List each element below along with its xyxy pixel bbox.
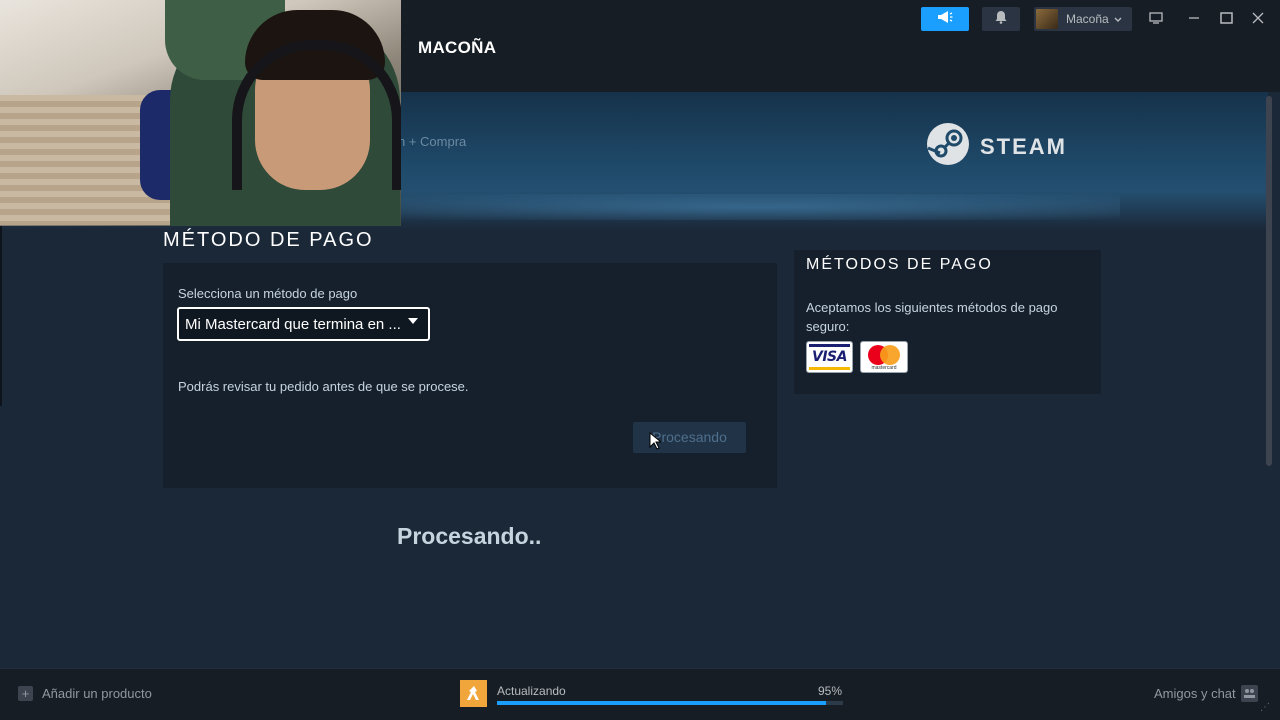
processing-status: Procesando.. xyxy=(397,523,542,549)
page-title: MACOÑA xyxy=(418,38,497,57)
scrollbar-thumb[interactable] xyxy=(1266,96,1272,466)
user-menu-button[interactable]: Macoña xyxy=(1034,7,1132,31)
banner-glow xyxy=(400,194,1120,220)
update-progress-fill xyxy=(497,701,826,705)
payment-section-title: MÉTODO DE PAGO xyxy=(163,229,374,251)
payment-select-label: Selecciona un método de pago xyxy=(178,286,358,301)
methods-description: Aceptamos los siguientes métodos de pago… xyxy=(806,300,1058,334)
maximize-icon[interactable] xyxy=(1216,8,1236,28)
update-progress-bar xyxy=(497,701,843,705)
game-icon[interactable] xyxy=(460,680,487,707)
mastercard-card-label: mastercard xyxy=(871,365,897,371)
announcements-button[interactable] xyxy=(921,7,969,31)
visa-card-icon: VISA xyxy=(806,341,853,373)
update-label[interactable]: Actualizando xyxy=(497,684,566,698)
close-icon[interactable] xyxy=(1248,8,1268,28)
webcam-overlay xyxy=(0,0,401,226)
methods-title: MÉTODOS DE PAGO xyxy=(806,256,993,273)
notifications-button[interactable] xyxy=(982,7,1020,31)
update-percent: 95% xyxy=(818,684,843,698)
visa-stripe-bottom xyxy=(809,367,850,370)
chevron-down-icon xyxy=(1114,12,1122,26)
dropdown-arrow-icon[interactable] xyxy=(408,318,418,324)
megaphone-icon xyxy=(937,10,953,29)
minimize-icon[interactable] xyxy=(1184,8,1204,28)
left-edge-strip xyxy=(0,226,2,406)
visa-stripe-top xyxy=(809,344,850,347)
mastercard-card-icon: mastercard xyxy=(860,341,908,373)
steam-wordmark: STEAM xyxy=(980,133,1067,159)
steam-logo: STEAM xyxy=(926,122,1067,171)
monitor-icon[interactable] xyxy=(1146,8,1166,28)
webcam-headphones xyxy=(232,40,401,190)
plus-icon: + xyxy=(18,686,33,701)
mouse-cursor-icon xyxy=(649,431,663,455)
review-note: Podrás revisar tu pedido antes de que se… xyxy=(178,379,469,394)
avatar xyxy=(1036,9,1058,29)
mastercard-orange-circle xyxy=(880,345,900,365)
bottom-bar xyxy=(0,668,1280,720)
user-name: Macoña xyxy=(1066,12,1109,26)
friends-chat-label[interactable]: Amigos y chat xyxy=(1154,686,1236,701)
steam-logo-icon xyxy=(926,122,970,171)
visa-card-label: VISA xyxy=(812,349,847,365)
resize-grip-icon[interactable]: ⋰ xyxy=(1260,702,1270,713)
bell-icon xyxy=(995,10,1007,29)
friends-icon[interactable] xyxy=(1241,685,1258,702)
breadcrumb[interactable]: n + Compra xyxy=(398,134,466,149)
add-product-label: Añadir un producto xyxy=(42,686,152,701)
add-product-button[interactable]: + Añadir un producto xyxy=(18,686,152,701)
payment-method-select[interactable]: Mi Mastercard que termina en ... xyxy=(177,307,430,341)
